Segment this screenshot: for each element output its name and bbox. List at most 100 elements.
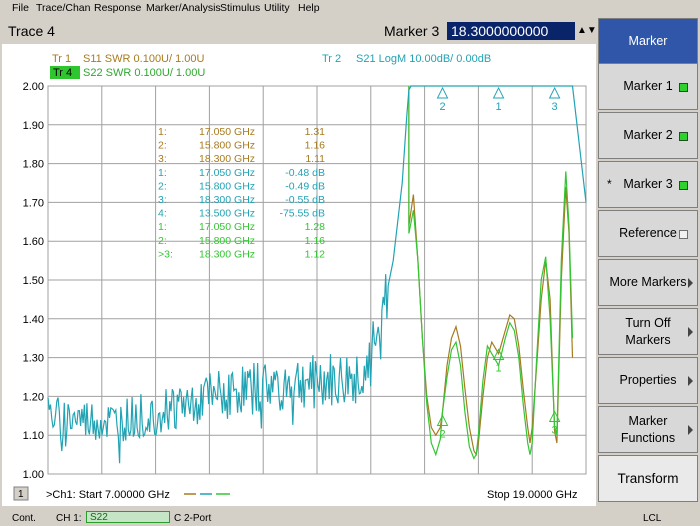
marker-number: 3 [552,101,558,113]
marker-row-number: 1: [158,167,167,179]
measurement-display[interactable]: 2.00 1.90 1.80 1.70 1.60 1.50 1.40 1.30 1.20 1.10… [2,44,596,506]
marker-number: 2 [439,428,445,440]
marker-row-frequency: 15.800 GHz [199,140,255,152]
start-frequency[interactable]: >Ch1: Start 7.00000 GHz [46,489,170,501]
y-tick-label: 1.40 [23,314,44,326]
marker-row-frequency: 18.300 GHz [199,248,255,260]
marker-row-value: 1.16 [305,140,326,152]
marker-row-number: 4: [158,208,167,220]
menu-help[interactable]: Help [298,2,320,14]
softkey-label: Transform [617,471,679,486]
menu-bar: File Trace/Chan Response Marker/Analysis… [0,0,700,18]
marker-row-number: 2: [158,140,167,152]
submenu-arrow-icon [688,278,693,288]
submenu-arrow-icon [688,376,693,386]
trace-4-format: S22 SWR 0.100U/ 1.00U [83,67,205,79]
softkey-marker-3[interactable]: * Marker 3 [598,161,698,208]
marker-row-value: 1.11 [305,153,325,165]
softkey-transform[interactable]: Transform [598,455,698,502]
marker-row-number: 2: [158,180,167,192]
softkey-marker-title: Marker [598,18,698,65]
marker-row-frequency: 17.050 GHz [199,126,255,138]
marker-frequency-input[interactable]: 18.3000000000 GHz [447,22,575,57]
softkey-properties[interactable]: Properties [598,357,698,404]
marker-row-value: 1.16 [305,235,326,247]
status-remote: LCL [643,513,662,524]
led-on-icon [679,181,688,190]
y-tick-label: 1.90 [23,120,44,132]
y-tick-label: 1.50 [23,275,44,287]
softkey-marker-functions[interactable]: Marker Functions [598,406,698,453]
softkey-more-markers[interactable]: More Markers [598,259,698,306]
stop-frequency[interactable]: Stop 19.0000 GHz [487,489,578,501]
y-tick-label: 1.20 [23,391,44,403]
marker-row-frequency: 15.800 GHz [199,180,255,192]
led-on-icon [679,132,688,141]
softkey-turn-off-markers[interactable]: Turn Off Markers [598,308,698,355]
y-tick-label: 1.30 [23,353,44,365]
trace-1-id[interactable]: Tr 1 [52,53,71,65]
marker-row-value: -0.55 dB [285,194,325,206]
marker-row-number: 3: [158,153,167,165]
marker-row-number: 1: [158,221,167,233]
softkey-marker-1[interactable]: Marker 1 [598,63,698,110]
chevron-up-down-icon: ▲▼ [577,25,597,36]
menu-marker-analysis[interactable]: Marker/Analysis [146,2,221,14]
marker-row-value: 1.28 [305,221,326,233]
sparameter-chart[interactable]: 2.00 1.90 1.80 1.70 1.60 1.50 1.40 1.30 1.20 1.10… [2,44,596,506]
status-channel: CH 1: [56,513,82,524]
y-tick-label: 1.00 [23,469,44,481]
marker-row-number: >3: [158,248,173,260]
trace-2-id[interactable]: Tr 2 [322,53,341,65]
submenu-arrow-icon [688,425,693,435]
softkey-label: Turn Off Markers [625,315,671,347]
softkey-label: More Markers [609,275,687,289]
menu-trace-chan[interactable]: Trace/Chan [36,2,90,14]
marker-number: 1 [496,362,502,374]
status-sweep-mode: Cont. [12,513,36,524]
y-tick-label: 1.80 [23,159,44,171]
softkey-label: Marker [628,34,668,48]
y-tick-label: 2.00 [23,81,44,93]
marker-row-value: -75.55 dB [279,208,325,220]
marker-row-value: 1.12 [305,248,326,260]
marker-row-frequency: 18.300 GHz [199,194,255,206]
marker-row-number: 2: [158,235,167,247]
marker-row-frequency: 18.300 GHz [199,153,255,165]
menu-file[interactable]: File [12,2,29,14]
led-off-icon [679,230,688,239]
marker-row-value: 1.31 [305,126,326,138]
menu-utility[interactable]: Utility [264,2,290,14]
trace-1-format: S11 SWR 0.100U/ 1.00U [83,53,205,65]
marker-row-frequency: 17.050 GHz [199,221,255,233]
marker-row-value: -0.48 dB [285,167,325,179]
status-bar: Cont. CH 1: S22 C 2-Port LCL [0,510,700,526]
y-tick-label: 1.10 [23,430,44,442]
marker-row-number: 1: [158,126,167,138]
led-on-icon [679,83,688,92]
marker-row-number: 3: [158,194,167,206]
softkey-reference[interactable]: Reference [598,210,698,257]
y-tick-label: 1.70 [23,197,44,209]
menu-stimulus[interactable]: Stimulus [220,2,260,14]
y-tick-label: 1.60 [23,236,44,248]
marker-row-value: -0.49 dB [285,180,325,192]
marker-row-frequency: 13.500 GHz [199,208,255,220]
marker-row-frequency: 15.800 GHz [199,235,255,247]
marker-label: Marker 3 [384,23,440,39]
marker-number: 2 [439,101,445,113]
trace-title: Trace 4 [8,23,55,39]
trace-2-format: S21 LogM 10.00dB/ 0.00dB [356,53,491,65]
status-calibration: C 2-Port [174,513,212,524]
softkey-label: Properties [619,373,677,387]
marker-number: 3 [552,425,558,437]
status-active-trace[interactable]: S22 [86,511,170,523]
softkey-marker-2[interactable]: Marker 2 [598,112,698,159]
chart-background [2,44,596,506]
softkey-label: Marker Functions [620,413,676,445]
trace-4-id[interactable]: Tr 4 [53,67,72,79]
channel-number: 1 [18,489,24,500]
marker-spin-arrows[interactable]: ▲▼ [577,22,597,40]
menu-response[interactable]: Response [94,2,141,14]
submenu-arrow-icon [688,327,693,337]
